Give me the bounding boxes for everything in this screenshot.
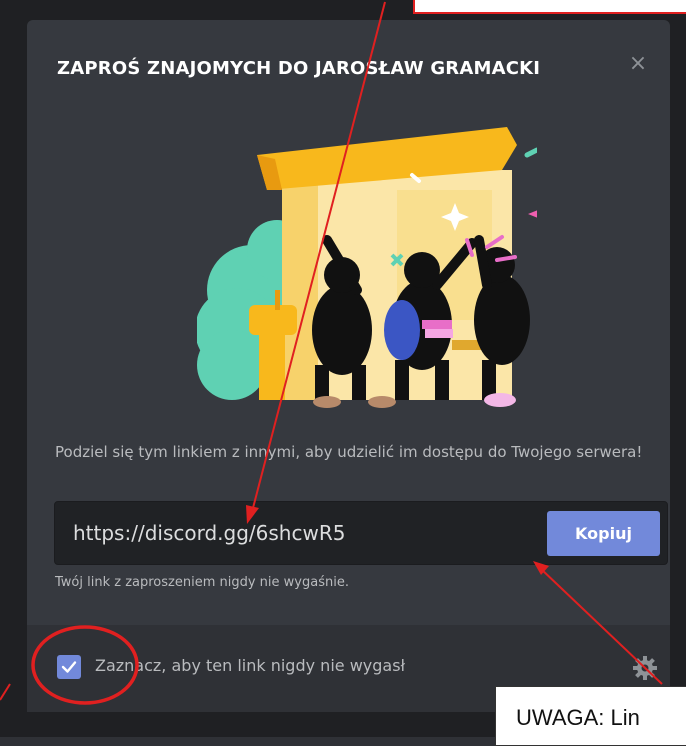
- expire-note: Twój link z zaproszeniem nigdy nie wygaś…: [55, 575, 349, 590]
- check-icon: [61, 661, 77, 673]
- never-expire-checkbox[interactable]: [57, 655, 81, 679]
- copy-button[interactable]: Kopiuj: [547, 511, 660, 556]
- annotation-box-top: [413, 0, 686, 14]
- modal-title: ZAPROŚ ZNAJOMYCH DO JAROSŁAW GRAMACKI: [57, 58, 541, 79]
- invite-modal: ZAPROŚ ZNAJOMYCH DO JAROSŁAW GRAMACKI ×: [27, 20, 670, 712]
- invite-link-box: https://discord.gg/6shcwR5 Kopiuj: [54, 501, 668, 565]
- invite-link-input[interactable]: https://discord.gg/6shcwR5: [73, 521, 345, 545]
- invite-description: Podziel się tym linkiem z innymi, aby ud…: [55, 443, 643, 461]
- never-expire-label: Zaznacz, aby ten link nigdy nie wygasł: [95, 656, 406, 675]
- close-icon[interactable]: ×: [624, 50, 652, 78]
- gear-icon[interactable]: [632, 655, 658, 681]
- invite-illustration: [197, 127, 537, 408]
- annotation-warning-box: UWAGA: Lin: [495, 686, 686, 746]
